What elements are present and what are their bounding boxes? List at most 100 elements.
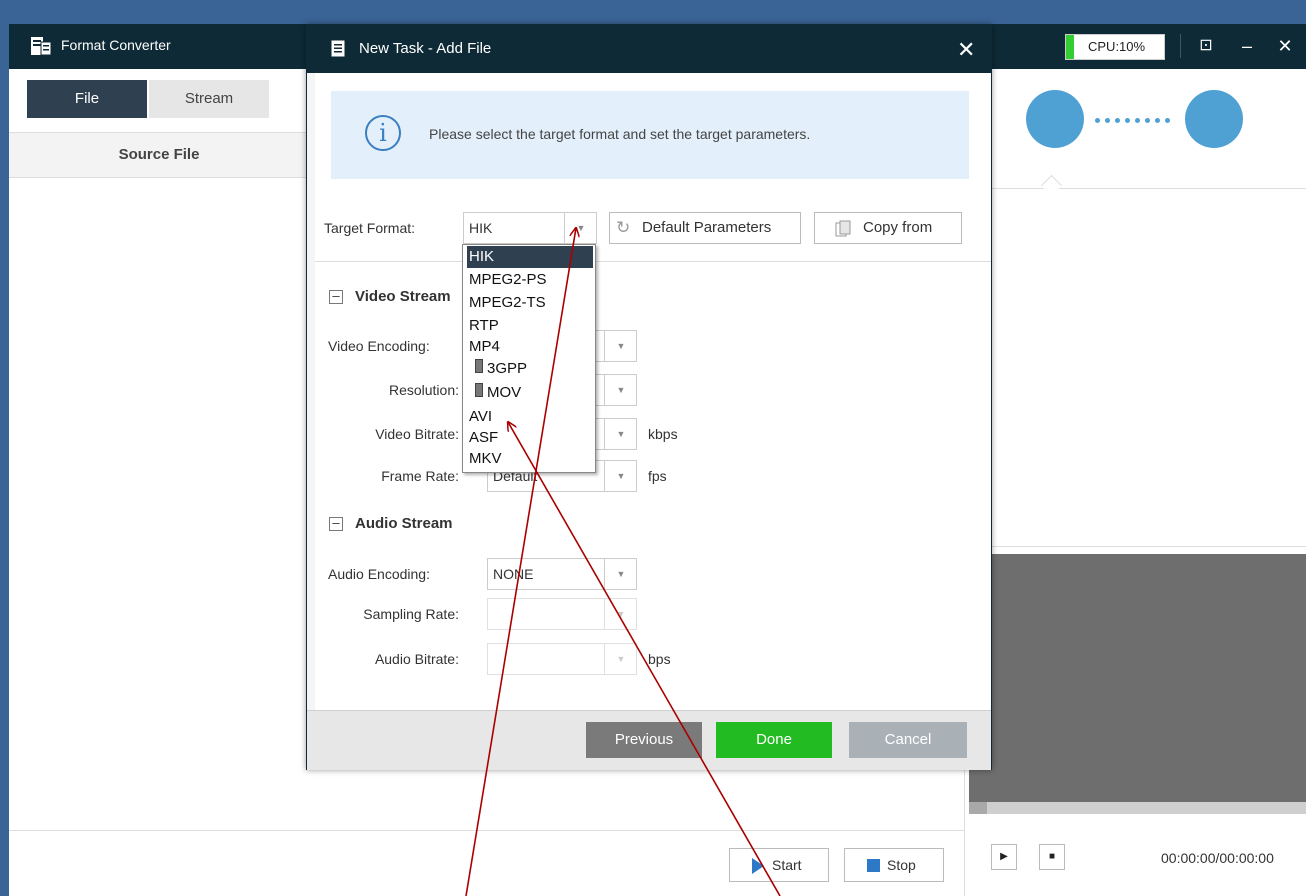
- audio-bitrate-select[interactable]: ▼: [487, 643, 637, 675]
- format-option-avi[interactable]: AVI: [467, 406, 593, 428]
- video-encoding-label: Video Encoding:: [328, 338, 430, 354]
- start-label: Start: [772, 857, 802, 873]
- app-icon: [31, 37, 52, 56]
- done-button[interactable]: Done: [716, 722, 832, 758]
- stop-playback-button[interactable]: ■: [1039, 844, 1065, 870]
- target-format-label: Target Format:: [324, 220, 416, 236]
- format-option-mov[interactable]: MOV: [485, 382, 593, 404]
- dialog-close-icon[interactable]: ✕: [957, 37, 975, 63]
- audio-encoding-value: NONE: [493, 566, 534, 582]
- info-banner: i Please select the target format and se…: [331, 91, 969, 179]
- tab-stream[interactable]: Stream: [149, 80, 269, 118]
- play-icon: [752, 858, 764, 874]
- new-task-dialog: New Task - Add File ✕ i Please select th…: [306, 24, 992, 770]
- audio-encoding-label: Audio Encoding:: [328, 566, 430, 582]
- progress-dot: [1135, 118, 1140, 123]
- settings-icon[interactable]: ⊡: [1194, 34, 1218, 58]
- progress-dot: [1115, 118, 1120, 123]
- chevron-down-icon[interactable]: ▼: [604, 599, 637, 629]
- cpu-indicator: CPU:10%: [1065, 34, 1165, 60]
- chevron-down-icon[interactable]: ▼: [604, 375, 637, 405]
- preview-scroll-thumb[interactable]: [969, 802, 987, 814]
- progress-dot: [1155, 118, 1160, 123]
- collapse-audio-icon[interactable]: –: [329, 516, 343, 531]
- format-option-mkv[interactable]: MKV: [467, 448, 593, 470]
- tab-file[interactable]: File: [27, 80, 147, 118]
- progress-dot: [1165, 118, 1170, 123]
- cpu-usage-bar: [1066, 35, 1074, 59]
- stop-label: Stop: [887, 857, 916, 873]
- refresh-icon: ↻: [616, 218, 631, 237]
- preview-scrollbar[interactable]: [969, 802, 1306, 814]
- chevron-down-icon[interactable]: ▼: [604, 331, 637, 361]
- timecode: 00:00:00/00:00:00: [1161, 850, 1274, 866]
- target-format-value: HIK: [469, 220, 493, 236]
- chevron-down-icon[interactable]: ▼: [564, 213, 597, 243]
- format-option-asf[interactable]: ASF: [467, 427, 593, 449]
- cancel-button[interactable]: Cancel: [849, 722, 967, 758]
- video-preview[interactable]: [969, 554, 1306, 802]
- cpu-label: CPU:10%: [1088, 39, 1146, 54]
- target-format-dropdown: HIK MPEG2-PS MPEG2-TS RTP MP4 3GPP MOV A…: [462, 244, 596, 473]
- sampling-rate-select[interactable]: ▼: [487, 598, 637, 630]
- device-icon: [475, 383, 483, 397]
- format-option-rtp[interactable]: RTP: [467, 315, 593, 337]
- format-option-mp4[interactable]: MP4: [467, 336, 593, 358]
- file-table-header: Source File: [9, 132, 309, 178]
- document-icon: [331, 40, 345, 57]
- chevron-down-icon[interactable]: ▼: [604, 559, 637, 589]
- copy-from-button[interactable]: Copy from: [814, 212, 962, 244]
- resolution-label: Resolution:: [388, 382, 459, 398]
- progress-dot: [1095, 118, 1100, 123]
- collapse-video-icon[interactable]: –: [329, 289, 343, 304]
- info-icon: i: [365, 115, 401, 151]
- format-option-mpeg2-ts[interactable]: MPEG2-TS: [467, 292, 593, 314]
- copy-from-label: Copy from: [863, 219, 933, 236]
- progress-dot: [1105, 118, 1110, 123]
- audio-stream-heading: Audio Stream: [355, 515, 453, 532]
- dialog-title: New Task - Add File: [359, 40, 492, 57]
- start-button[interactable]: Start: [729, 848, 829, 882]
- chevron-down-icon[interactable]: ▼: [604, 644, 637, 674]
- play-button[interactable]: ▶: [991, 844, 1017, 870]
- step-1-indicator: [1026, 90, 1084, 148]
- minimize-icon[interactable]: –: [1235, 34, 1259, 58]
- stop-button[interactable]: Stop: [844, 848, 944, 882]
- info-text: Please select the target format and set …: [429, 126, 811, 142]
- steps-divider: [965, 188, 1306, 189]
- progress-dot: [1145, 118, 1150, 123]
- stop-icon: [867, 859, 880, 872]
- app-title: Format Converter: [61, 37, 171, 53]
- frame-rate-unit: fps: [648, 468, 667, 484]
- frame-rate-label: Frame Rate:: [381, 468, 459, 484]
- dialog-footer: Previous Done Cancel: [307, 710, 991, 770]
- column-header-source-file[interactable]: Source File: [9, 133, 309, 177]
- step-2-indicator: [1185, 90, 1243, 148]
- copy-icon: [835, 220, 851, 237]
- video-bitrate-unit: kbps: [648, 426, 678, 442]
- dialog-title-bar: New Task - Add File ✕: [307, 25, 991, 73]
- section-divider: [315, 261, 991, 262]
- default-parameters-button[interactable]: ↻ Default Parameters: [609, 212, 801, 244]
- previous-button[interactable]: Previous: [586, 722, 702, 758]
- progress-dot: [1125, 118, 1130, 123]
- audio-bitrate-unit: bps: [648, 651, 671, 667]
- format-option-3gpp[interactable]: 3GPP: [485, 358, 593, 380]
- preview-divider: [965, 546, 1306, 547]
- video-stream-heading: Video Stream: [355, 288, 451, 305]
- chevron-down-icon[interactable]: ▼: [604, 419, 637, 449]
- sampling-rate-label: Sampling Rate:: [363, 606, 459, 622]
- task-bottom-bar: Start Stop: [9, 830, 964, 896]
- title-separator: [1180, 34, 1181, 58]
- format-option-mpeg2-ps[interactable]: MPEG2-PS: [467, 269, 593, 291]
- close-icon[interactable]: ✕: [1273, 34, 1297, 58]
- audio-encoding-select[interactable]: NONE ▼: [487, 558, 637, 590]
- target-format-select[interactable]: HIK ▼: [463, 212, 597, 244]
- format-option-hik[interactable]: HIK: [467, 246, 593, 268]
- device-icon: [475, 359, 483, 373]
- video-bitrate-label: Video Bitrate:: [375, 426, 459, 442]
- step-pointer: [1040, 174, 1063, 197]
- default-parameters-label: Default Parameters: [642, 219, 772, 236]
- chevron-down-icon[interactable]: ▼: [604, 461, 637, 491]
- audio-bitrate-label: Audio Bitrate:: [374, 651, 459, 667]
